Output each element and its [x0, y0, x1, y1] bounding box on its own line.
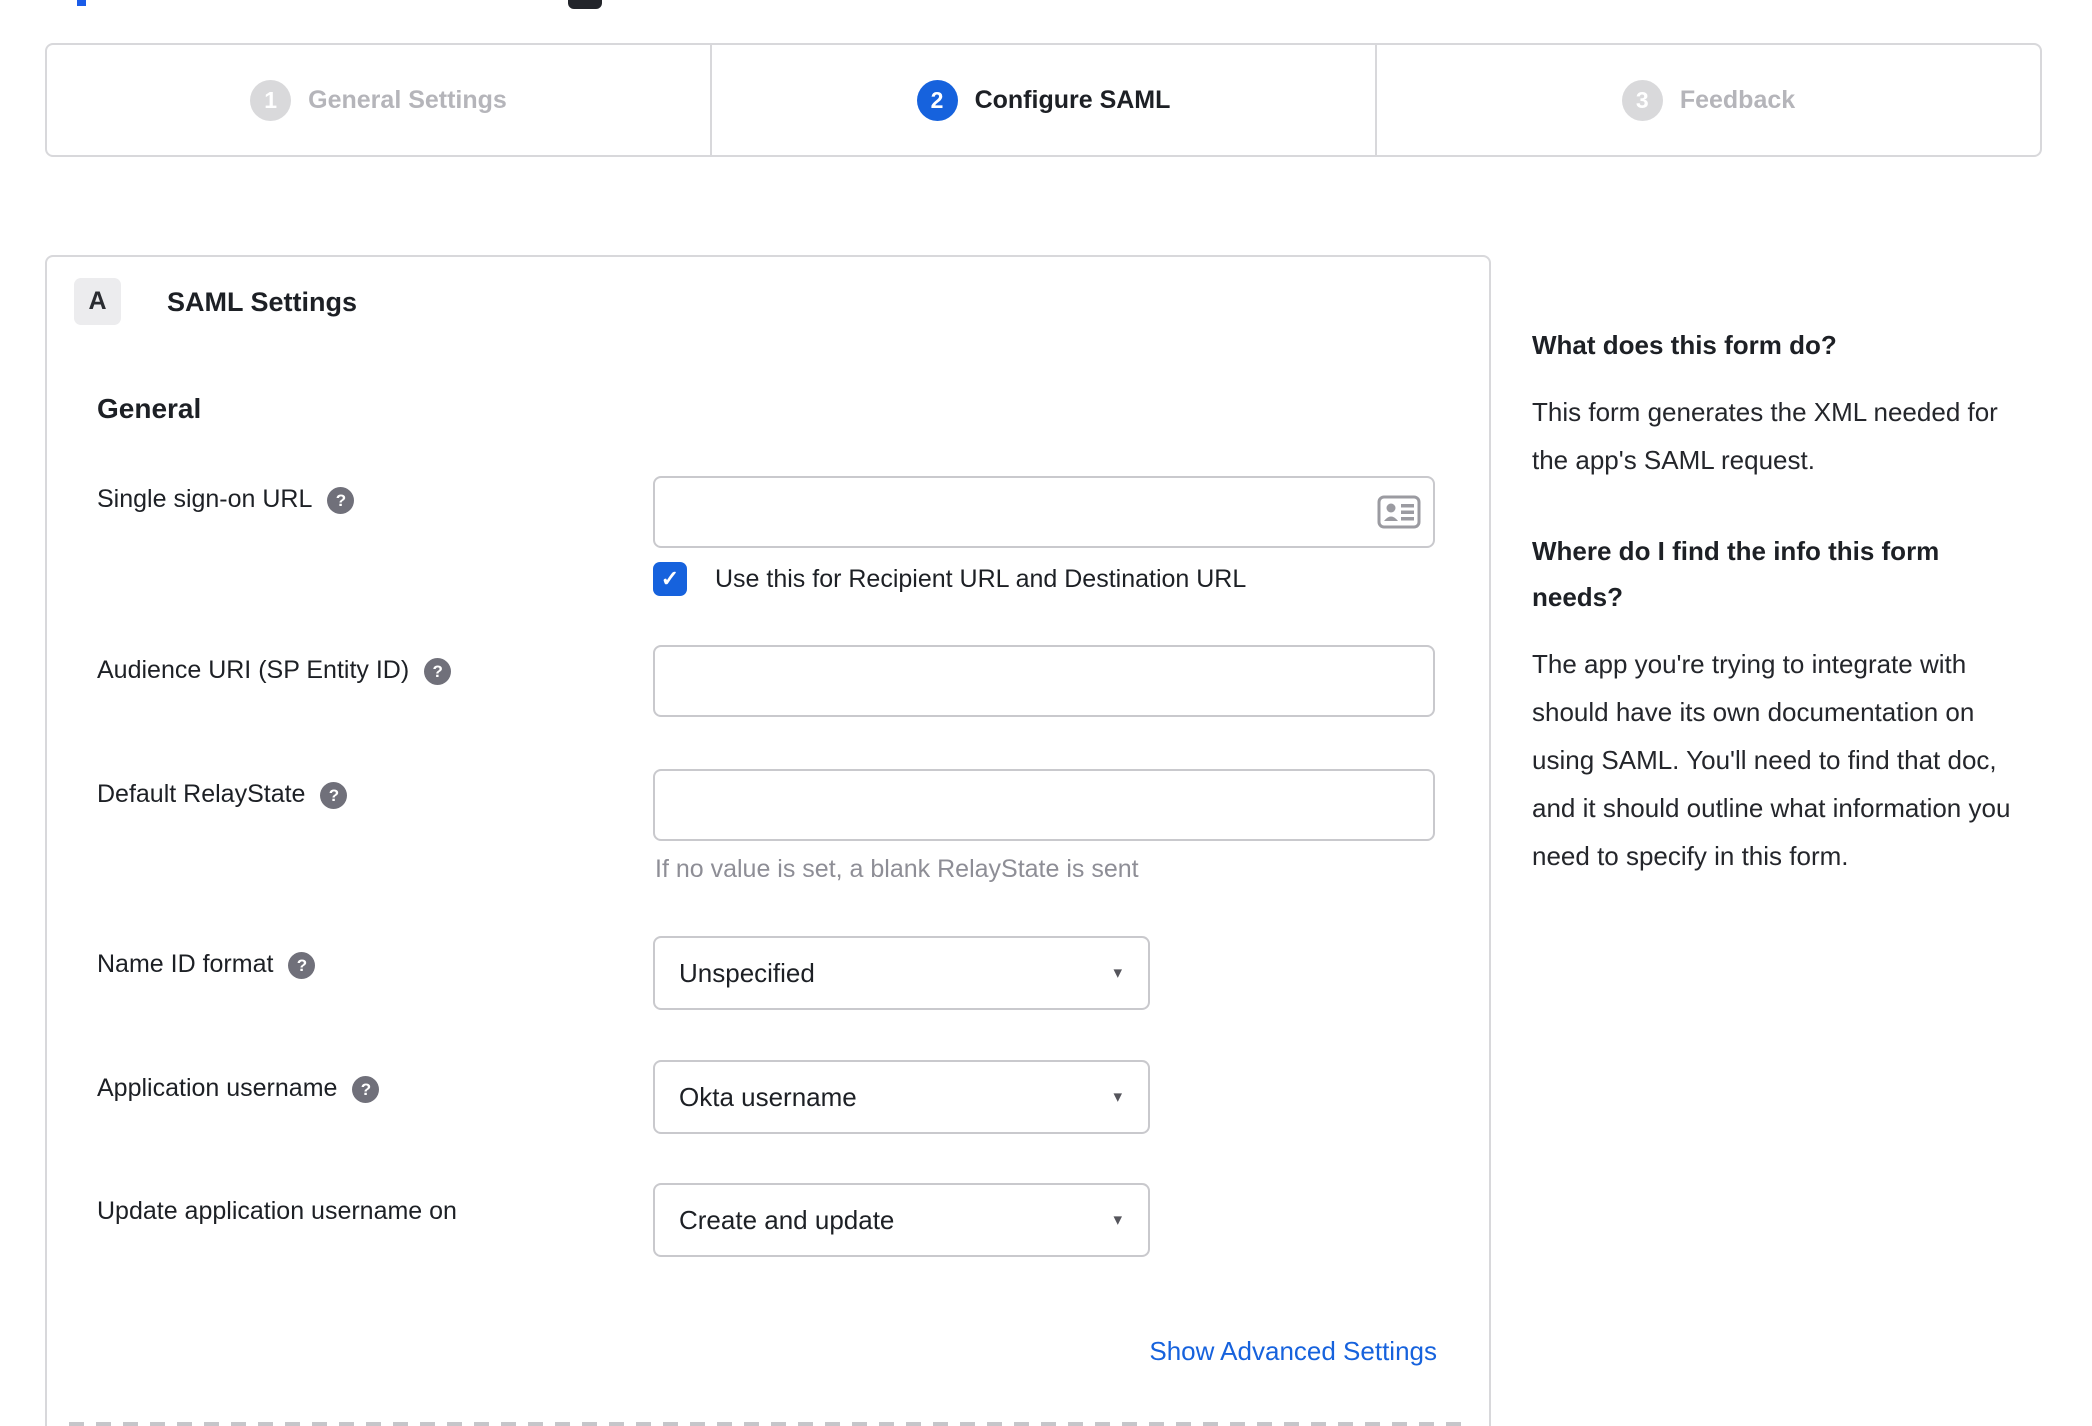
- relaystate-hint: If no value is set, a blank RelayState i…: [655, 855, 1139, 883]
- step-number-badge: 2: [916, 79, 958, 121]
- chevron-down-icon: ▾: [1113, 1210, 1122, 1229]
- sidebar-answer-2: The app you're trying to integrate with …: [1532, 649, 2011, 871]
- default-relaystate-label: Default RelayState ?: [97, 780, 617, 809]
- recipient-url-checkbox-label: Use this for Recipient URL and Destinati…: [715, 565, 1247, 593]
- update-app-username-select[interactable]: Create and update ▾: [653, 1183, 1150, 1257]
- chevron-down-icon: ▾: [1113, 1087, 1122, 1106]
- dashed-section-divider: [69, 1422, 1467, 1426]
- saml-settings-panel: A SAML Settings General Single sign-on U…: [45, 255, 1491, 1426]
- help-icon[interactable]: ?: [352, 1076, 380, 1103]
- help-icon[interactable]: ?: [288, 952, 316, 979]
- sidebar-question-2: Where do I find the info this form needs…: [1532, 536, 1940, 612]
- sso-url-label: Single sign-on URL ?: [97, 485, 617, 514]
- chevron-down-icon: ▾: [1113, 963, 1122, 982]
- name-id-format-label: Name ID format ?: [97, 950, 617, 979]
- wizard-stepper: 1 General Settings 2 Configure SAML 3 Fe…: [45, 43, 2042, 157]
- section-a-badge: A: [74, 278, 121, 325]
- audience-uri-input[interactable]: [653, 645, 1435, 717]
- step-number-badge: 3: [1621, 79, 1663, 121]
- application-username-select[interactable]: Okta username ▾: [653, 1060, 1150, 1134]
- sidebar-answer-1: This form generates the XML needed for t…: [1532, 397, 1998, 475]
- step-label: Feedback: [1679, 85, 1796, 114]
- name-id-format-select[interactable]: Unspecified ▾: [653, 936, 1150, 1010]
- sidebar-question-1: What does this form do?: [1532, 330, 1837, 360]
- selected-value: Okta username: [679, 1081, 857, 1112]
- update-app-username-label: Update application username on: [97, 1197, 457, 1225]
- audience-uri-label: Audience URI (SP Entity ID) ?: [97, 656, 617, 685]
- help-icon[interactable]: ?: [320, 782, 348, 809]
- recipient-url-checkbox[interactable]: ✓: [653, 562, 687, 596]
- help-icon[interactable]: ?: [327, 487, 355, 514]
- step-feedback[interactable]: 3 Feedback: [1375, 45, 2040, 155]
- sso-url-input[interactable]: [653, 476, 1435, 548]
- step-general-settings[interactable]: 1 General Settings: [47, 45, 710, 155]
- selected-value: Create and update: [679, 1204, 895, 1235]
- application-username-label: Application username ?: [97, 1074, 617, 1103]
- help-sidebar: What does this form do? This form genera…: [1532, 322, 2032, 880]
- default-relaystate-input[interactable]: [653, 769, 1435, 841]
- panel-title: SAML Settings: [167, 287, 358, 317]
- help-icon[interactable]: ?: [424, 658, 452, 685]
- step-number-badge: 1: [250, 79, 292, 121]
- clipped-header-accent: [77, 0, 86, 6]
- step-configure-saml[interactable]: 2 Configure SAML: [710, 45, 1375, 155]
- check-icon: ✓: [660, 566, 680, 591]
- show-advanced-settings-link[interactable]: Show Advanced Settings: [653, 1336, 1437, 1367]
- step-label: Configure SAML: [974, 85, 1171, 114]
- step-label: General Settings: [308, 85, 507, 114]
- general-section-heading: General: [97, 393, 202, 424]
- selected-value: Unspecified: [679, 957, 815, 988]
- clipped-header-element: [568, 0, 602, 9]
